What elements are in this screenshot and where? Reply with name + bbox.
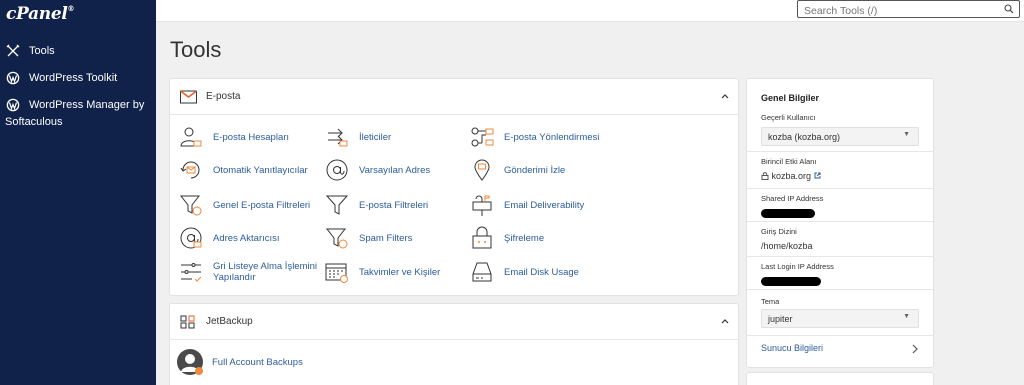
chevron-up-icon[interactable] (720, 91, 730, 101)
redacted-value (761, 277, 821, 286)
tool-email-accounts[interactable]: E-posta Hesapları (179, 125, 289, 149)
caret-down-icon: ▼ (903, 313, 910, 320)
sidebar-item-tools[interactable]: Tools (6, 43, 55, 60)
chevron-up-icon[interactable] (720, 316, 730, 326)
track-delivery-icon (474, 159, 490, 181)
shared-ip-label: Shared IP Address (761, 194, 824, 203)
sidebar: cPanel® Tools WordPress Toolkit WordPres… (0, 0, 156, 385)
home-dir-value: /home/kozba (761, 241, 813, 251)
secondary-info-panel (746, 372, 934, 385)
jetbackup-panel-title: JetBackup (206, 316, 253, 327)
cpanel-logo[interactable]: cPanel® (6, 4, 75, 24)
search-box (797, 0, 1020, 19)
disk-usage-icon (472, 262, 492, 282)
sidebar-item-label: WordPress Toolkit (29, 72, 118, 84)
email-accounts-icon (180, 127, 202, 147)
tool-spam-filters[interactable]: Spam Filters (325, 226, 412, 250)
sidebar-item-wordpress-toolkit[interactable]: WordPress Toolkit (6, 70, 117, 87)
last-login-row: Last Login IP Address (761, 262, 921, 286)
chevron-right-icon[interactable] (911, 344, 919, 354)
home-dir-row: Giriş Dizini /home/kozba (761, 227, 921, 251)
sidebar-item-label: WordPress Manager by (29, 99, 145, 111)
external-link-icon (814, 172, 821, 179)
tools-icon (6, 44, 20, 57)
general-info-title: Genel Bilgiler (761, 93, 820, 103)
deliverability-icon (472, 195, 492, 216)
greylisting-icon (181, 263, 202, 282)
calendar-contacts-icon (325, 263, 348, 283)
autoresponder-icon (180, 161, 200, 179)
email-filter-icon (325, 195, 349, 215)
tool-default-address[interactable]: Varsayılan Adres (325, 158, 430, 182)
caret-down-icon: ▼ (903, 131, 910, 138)
theme-row: Tema (761, 297, 921, 306)
default-address-icon (326, 159, 348, 181)
tool-email-routing[interactable]: E-posta Yönlendirmesi (470, 125, 599, 149)
lock-icon (761, 172, 769, 180)
shared-ip-row: Shared IP Address (761, 194, 921, 218)
home-dir-label: Giriş Dizini (761, 227, 797, 236)
search-input[interactable] (798, 3, 993, 19)
wordpress-icon (6, 98, 20, 112)
tool-encryption[interactable]: Şifreleme (470, 226, 544, 250)
current-user-row: Geçerli Kullanıcı (761, 113, 921, 122)
server-info-link[interactable]: Sunucu Bilgileri (761, 343, 823, 353)
tool-label: Gri Listeye Alma İşlemini Yapılandır (213, 261, 318, 283)
global-filter-icon (179, 195, 202, 216)
primary-domain-link[interactable]: kozba.org (761, 171, 921, 181)
last-login-label: Last Login IP Address (761, 262, 834, 271)
theme-select[interactable]: jupiter ▼ (761, 309, 919, 328)
email-panel-title: E-posta (206, 91, 241, 102)
email-panel-header[interactable]: E-posta (170, 79, 738, 115)
tool-email-disk-usage[interactable]: Email Disk Usage (470, 260, 579, 284)
forwarders-icon (328, 128, 348, 147)
tool-calendars-contacts[interactable]: Takvimler ve Kişiler (325, 260, 440, 284)
encryption-icon (472, 226, 492, 249)
tool-global-email-filters[interactable]: Genel E-posta Filtreleri (179, 193, 310, 217)
tool-email-deliverability[interactable]: Email Deliverability (470, 193, 584, 217)
tool-autoresponders[interactable]: Otomatik Yanıtlayıcılar (179, 158, 308, 182)
page-title: Tools (170, 37, 222, 62)
address-importer-icon (180, 227, 202, 249)
current-user-label: Geçerli Kullanıcı (761, 113, 816, 122)
jetbackup-icon (180, 315, 195, 328)
primary-domain-row: Birincil Etki Alanı kozba.org (761, 157, 921, 181)
spam-filter-icon (325, 228, 348, 249)
tool-address-importer[interactable]: Adres Aktarıcısı (179, 226, 280, 250)
primary-domain-label: Birincil Etki Alanı (761, 157, 817, 166)
full-backup-icon (177, 349, 203, 375)
tool-track-delivery[interactable]: Gönderimi İzle (470, 158, 565, 182)
tool-email-filters[interactable]: E-posta Filtreleri (325, 193, 428, 217)
envelope-icon (180, 89, 197, 103)
sidebar-item-label: Tools (29, 45, 55, 57)
redacted-value (761, 209, 815, 218)
email-routing-icon (471, 127, 494, 147)
sidebar-item-wordpress-manager[interactable]: WordPress Manager by Softaculous (5, 97, 145, 128)
tool-greylisting[interactable]: Gri Listeye Alma İşlemini Yapılandır (179, 260, 317, 284)
current-user-select[interactable]: kozba (kozba.org) ▼ (761, 127, 919, 146)
tool-forwarders[interactable]: İleticiler (325, 125, 391, 149)
sidebar-item-label-line2: Softaculous (5, 116, 63, 128)
tool-full-account-backups[interactable]: Full Account Backups (176, 348, 303, 376)
jetbackup-panel-header[interactable]: JetBackup (170, 304, 738, 340)
general-info-panel: Genel Bilgiler Geçerli Kullanıcı kozba (… (746, 78, 934, 368)
top-bar (156, 0, 1024, 22)
search-icon[interactable] (1004, 4, 1014, 14)
theme-label: Tema (761, 297, 780, 306)
wordpress-icon (6, 71, 20, 85)
